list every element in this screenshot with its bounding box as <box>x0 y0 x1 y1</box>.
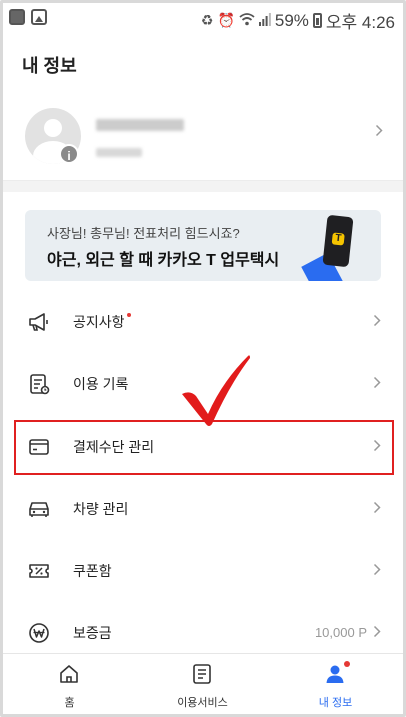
chevron-right-icon <box>373 563 381 576</box>
menu-label: 공지사항 <box>73 312 131 332</box>
battery-icon <box>312 13 322 28</box>
profile-row[interactable]: i <box>3 98 403 176</box>
phone-illustration: T <box>322 214 354 268</box>
gallery-notification-icon <box>31 9 47 25</box>
menu-label: 이용 기록 <box>73 376 129 392</box>
highlight-box <box>14 420 394 475</box>
status-right: ♻ ⏰ 59% 오후 4:26 <box>201 8 395 33</box>
banner-line2: 야근, 외근 할 때 카카오 T 업무택시 <box>47 252 280 269</box>
nav-label: 이용서비스 <box>177 697 228 709</box>
signal-icon <box>258 12 271 29</box>
profile-subtext-redacted <box>96 148 142 157</box>
list-icon <box>190 662 214 686</box>
nav-home[interactable]: 홈 <box>3 654 136 715</box>
nav-my-info[interactable]: 내 정보 <box>269 654 402 715</box>
chevron-right-icon <box>373 625 381 638</box>
car-icon <box>27 497 51 521</box>
megaphone-icon <box>27 310 51 334</box>
app-notification-icon <box>9 9 25 25</box>
menu-label: 쿠폰함 <box>73 563 112 579</box>
nav-label: 홈 <box>64 697 75 709</box>
menu-label: 보증금 <box>73 625 112 641</box>
deposit-value: 10,000 P <box>314 625 367 640</box>
profile-name-redacted <box>96 119 184 131</box>
won-icon <box>27 621 51 645</box>
wifi-icon <box>239 12 255 29</box>
promo-banner[interactable]: 사장님! 총무님! 전표처리 힘드시죠? 야근, 외근 할 때 카카오 T 업무… <box>25 210 381 281</box>
menu-item-notice[interactable]: 공지사항 <box>3 293 403 351</box>
receipt-icon <box>27 372 51 396</box>
menu-item-coupon[interactable]: 쿠폰함 <box>3 542 403 600</box>
recycle-icon: ♻ <box>200 12 214 28</box>
status-bar: ♻ ⏰ 59% 오후 4:26 <box>3 3 403 33</box>
section-divider <box>3 180 403 192</box>
battery-percent: 59% <box>274 10 309 30</box>
new-dot <box>126 313 131 317</box>
home-icon <box>57 662 81 686</box>
taxi-logo-icon: T <box>331 232 345 246</box>
menu-label: 차량 관리 <box>73 501 129 517</box>
chevron-right-icon <box>375 124 383 137</box>
status-left-icons <box>9 9 47 25</box>
menu-item-vehicle[interactable]: 차량 관리 <box>3 480 403 538</box>
banner-line1: 사장님! 총무님! 전표처리 힘드시죠? <box>47 226 240 241</box>
chevron-right-icon <box>373 376 381 389</box>
clock: 오후 4:26 <box>325 13 395 32</box>
person-icon <box>323 662 347 686</box>
chevron-right-icon <box>373 501 381 514</box>
chevron-right-icon <box>373 314 381 327</box>
notification-dot <box>344 661 350 667</box>
alarm-icon: ⏰ <box>217 12 235 28</box>
nav-label: 내 정보 <box>318 697 353 709</box>
check-mark-icon <box>182 355 250 426</box>
bottom-nav: 홈 이용서비스 내 정보 <box>3 653 403 714</box>
nav-services[interactable]: 이용서비스 <box>136 654 269 715</box>
page-title: 내 정보 <box>22 56 77 76</box>
info-icon[interactable]: i <box>59 144 79 164</box>
coupon-icon <box>27 559 51 583</box>
